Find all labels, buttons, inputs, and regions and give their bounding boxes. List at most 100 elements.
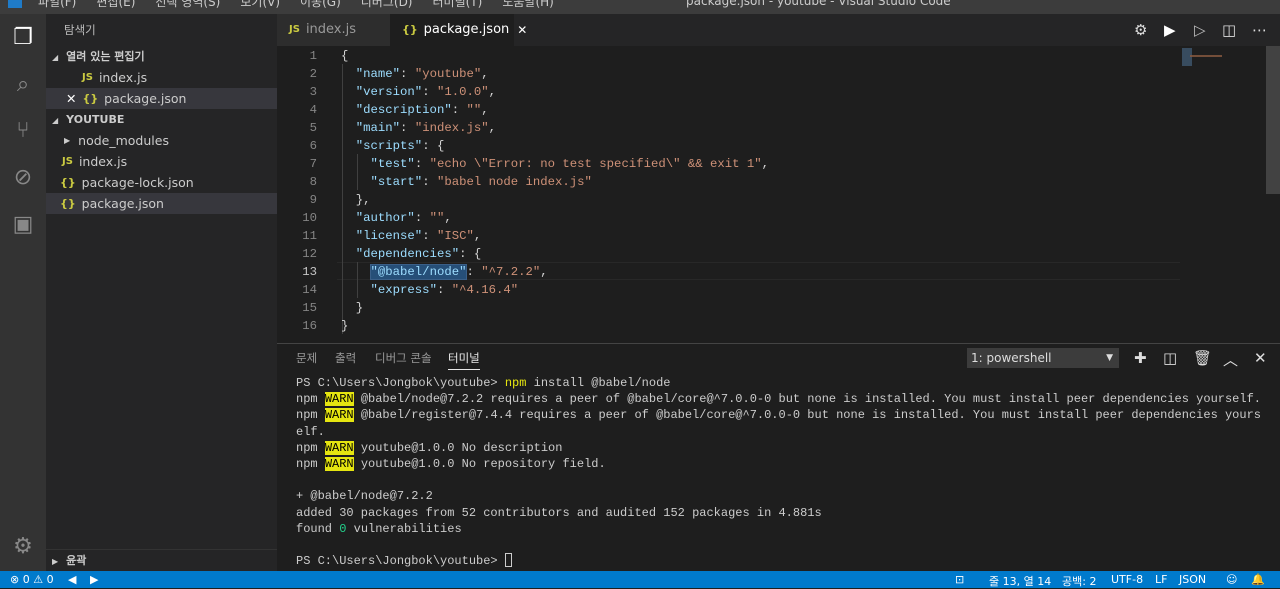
tree-item-node-modules[interactable]: ▶ node_modules bbox=[46, 130, 277, 151]
arrow-right-icon[interactable]: ▶ bbox=[90, 573, 98, 586]
code-line: "description": "", bbox=[341, 103, 489, 117]
terminal-text: found bbox=[296, 521, 340, 536]
debug-icon[interactable]: ⊘ bbox=[8, 162, 38, 192]
chevron-right-icon: ▶ bbox=[64, 136, 71, 145]
json-file-icon: {} bbox=[82, 92, 99, 105]
code-token: , bbox=[488, 121, 496, 135]
trash-icon[interactable]: 🗑 bbox=[1193, 349, 1212, 367]
json-file-icon: {} bbox=[60, 197, 76, 210]
code-token: "@babel/node" bbox=[369, 264, 468, 280]
run-icon[interactable]: ▶ bbox=[1164, 21, 1176, 39]
tree-item-package-json[interactable]: {} package.json bbox=[46, 193, 277, 214]
menu-file[interactable]: 파일(F) bbox=[38, 0, 76, 10]
code-editor[interactable]: 1 {2 "name": "youtube", 3 "version": "1.0.… bbox=[277, 46, 1280, 343]
code-token: : bbox=[400, 67, 415, 81]
encoding[interactable]: UTF-8 bbox=[1111, 573, 1143, 586]
terminal-output[interactable]: PS C:\Users\Jongbok\youtube> npm install… bbox=[296, 375, 1261, 569]
terminal-text: npm bbox=[296, 392, 325, 407]
warn-badge: WARN bbox=[324, 408, 354, 423]
menu-selection[interactable]: 선택 영역(S) bbox=[155, 0, 220, 10]
indentation[interactable]: 공백: 2 bbox=[1062, 573, 1096, 589]
code-token: "version" bbox=[355, 85, 423, 99]
folder-header[interactable]: ◢ YOUTUBE bbox=[46, 109, 277, 130]
gear-icon[interactable]: ⚙ bbox=[8, 531, 38, 561]
search-icon[interactable]: ⌕ bbox=[8, 69, 38, 99]
run-outline-icon[interactable]: ▷ bbox=[1194, 21, 1206, 39]
close-tab-icon[interactable]: ✕ bbox=[517, 14, 527, 46]
menu-debug[interactable]: 디버그(D) bbox=[361, 0, 413, 10]
code-token: : bbox=[414, 211, 430, 225]
warning-count: 0 bbox=[46, 573, 54, 586]
terminal-line: added 30 packages from 52 contributors a… bbox=[296, 505, 1261, 521]
terminal-text: npm bbox=[296, 440, 325, 455]
new-terminal-icon[interactable]: ✚ bbox=[1134, 349, 1147, 367]
split-terminal-icon[interactable]: ◫ bbox=[1163, 349, 1177, 367]
notifications-bell-icon[interactable]: 🔔 bbox=[1251, 573, 1265, 586]
tree-item-package-lock-json[interactable]: {} package-lock.json bbox=[46, 172, 277, 193]
gear-icon[interactable]: ⚙ bbox=[1134, 21, 1147, 39]
errors-indicator[interactable]: ⊗ 0 ⚠ 0 bbox=[10, 573, 54, 586]
tab-debug-console[interactable]: 디버그 콘솔 bbox=[375, 350, 432, 366]
code-token: : bbox=[422, 229, 437, 243]
open-editor-package-json[interactable]: ✕ {} package.json bbox=[46, 88, 277, 109]
minimap[interactable] bbox=[1180, 46, 1230, 76]
code-token: "" bbox=[429, 211, 445, 225]
source-control-icon[interactable]: ⑂ bbox=[8, 115, 38, 145]
terminal-line: npm WARN youtube@1.0.0 No repository fie… bbox=[296, 456, 1261, 472]
outline-header[interactable]: ▶ 윤곽 bbox=[46, 549, 277, 571]
tab-package-json[interactable]: {} package.json ✕ bbox=[390, 14, 527, 46]
menu-terminal[interactable]: 터미널(T) bbox=[433, 0, 483, 10]
terminal-line: npm WARN @babel/register@7.4.4 requires … bbox=[296, 407, 1261, 423]
tab-label: index.js bbox=[305, 22, 357, 37]
editor-scrollbar[interactable] bbox=[1266, 46, 1280, 194]
terminal-line: found 0 vulnerabilities bbox=[296, 521, 1261, 537]
feedback-smiley-icon[interactable]: ☺ bbox=[1226, 573, 1237, 586]
close-panel-icon[interactable]: ✕ bbox=[1254, 349, 1267, 367]
open-editor-index-js[interactable]: JS index.js bbox=[46, 67, 277, 88]
code-token: "description" bbox=[355, 103, 452, 117]
open-editors-header[interactable]: ◢ 열려 있는 편집기 bbox=[46, 46, 277, 67]
arrow-left-icon[interactable]: ◀ bbox=[68, 573, 76, 586]
maximize-panel-icon[interactable]: ︿ bbox=[1223, 349, 1238, 370]
menu-edit[interactable]: 편집(E) bbox=[96, 0, 135, 10]
more-icon[interactable]: ⋯ bbox=[1252, 21, 1267, 39]
tab-index-js[interactable]: JS index.js bbox=[277, 14, 390, 46]
terminal-icon[interactable]: ⊡ bbox=[955, 573, 964, 586]
menu-go[interactable]: 이동(G) bbox=[300, 0, 341, 10]
tree-item-index-js[interactable]: JS index.js bbox=[46, 151, 277, 172]
code-line: "test": "echo \"Error: no test specified… bbox=[341, 157, 770, 171]
code-line: "dependencies": { bbox=[341, 247, 481, 261]
line-number: 3 bbox=[309, 85, 317, 99]
extensions-icon[interactable]: ▣ bbox=[8, 209, 38, 239]
menu-view[interactable]: 보기(V) bbox=[240, 0, 280, 10]
terminal-select[interactable]: 1: powershell ▼ bbox=[967, 348, 1119, 368]
close-icon[interactable]: ✕ bbox=[66, 88, 76, 109]
code-token: "1.0.0" bbox=[436, 85, 489, 99]
bottom-panel: 문제 출력 디버그 콘솔 터미널 1: powershell ▼ ✚ ◫ 🗑 ︿ … bbox=[277, 343, 1280, 571]
cursor-position[interactable]: 줄 13, 열 14 bbox=[989, 573, 1051, 589]
code-token: , bbox=[761, 157, 770, 171]
code-line: { bbox=[341, 49, 348, 63]
line-number: 4 bbox=[309, 103, 317, 117]
code-token: "^4.16.4" bbox=[451, 283, 519, 297]
menu-help[interactable]: 도움말(H) bbox=[502, 0, 554, 10]
files-icon[interactable]: ❐ bbox=[8, 22, 38, 52]
code-token: : bbox=[414, 157, 430, 171]
eol[interactable]: LF bbox=[1155, 573, 1167, 586]
file-label: index.js bbox=[98, 70, 148, 85]
tab-terminal[interactable]: 터미널 bbox=[448, 350, 480, 370]
terminal-text: youtube@1.0.0 No repository field. bbox=[353, 456, 606, 471]
line-number: 11 bbox=[302, 229, 317, 243]
code-token: "name" bbox=[355, 67, 401, 81]
split-editor-icon[interactable]: ◫ bbox=[1222, 21, 1236, 39]
code-token: , bbox=[488, 85, 496, 99]
tab-problems[interactable]: 문제 bbox=[296, 350, 317, 366]
language-mode[interactable]: JSON bbox=[1179, 573, 1206, 586]
tab-output[interactable]: 출력 bbox=[335, 350, 356, 366]
file-label: package.json bbox=[81, 196, 164, 211]
